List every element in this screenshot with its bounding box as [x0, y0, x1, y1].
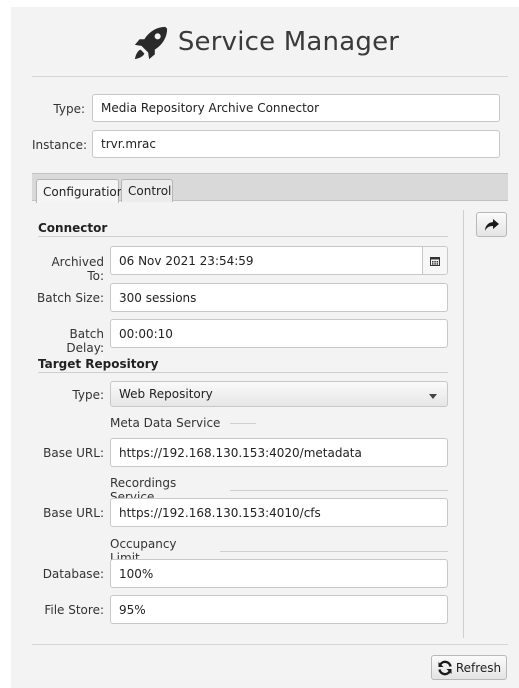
share-arrow-icon — [484, 218, 499, 231]
archived-to-field[interactable]: 06 Nov 2021 23:54:59 — [110, 246, 448, 275]
repo-type-label: Type: — [72, 388, 104, 402]
footer-divider — [32, 644, 508, 645]
connector-heading: Connector — [38, 221, 108, 235]
refresh-label: Refresh — [455, 660, 502, 675]
meta-base-url-field[interactable]: https://192.168.130.153:4020/metadata — [110, 438, 448, 467]
type-label: Type: — [53, 102, 85, 116]
batch-delay-field[interactable]: 00:00:10 — [110, 319, 448, 348]
service-manager-panel: Service Manager Type: Media Repository A… — [11, 7, 519, 688]
tab-bar: Configuration Control — [32, 173, 508, 203]
group-divider — [230, 422, 257, 424]
archived-to-value: 06 Nov 2021 23:54:59 — [119, 253, 254, 268]
database-label: Database: — [42, 567, 104, 581]
batch-size-label: Batch Size: — [37, 291, 104, 305]
target-divider — [38, 372, 448, 373]
rec-base-url-label: Base URL: — [43, 506, 104, 520]
service-type-field[interactable]: Media Repository Archive Connector — [92, 94, 500, 122]
connector-divider — [38, 236, 448, 237]
app-title: Service Manager — [177, 27, 400, 57]
rocket-icon — [134, 26, 167, 60]
batch-size-field[interactable]: 300 sessions — [110, 283, 448, 312]
calendar-button[interactable] — [422, 247, 447, 274]
refresh-button[interactable]: Refresh — [431, 655, 507, 680]
refresh-icon — [438, 660, 452, 675]
calendar-icon — [430, 256, 440, 266]
file-store-label: File Store: — [44, 603, 104, 617]
header-divider — [32, 76, 508, 77]
tab-configuration[interactable]: Configuration — [36, 179, 124, 203]
share-button[interactable] — [476, 212, 507, 237]
batch-delay-label: Batch Delay: — [66, 327, 104, 355]
header: Service Manager — [11, 7, 519, 77]
target-repository-heading: Target Repository — [38, 357, 159, 371]
rec-base-url-field[interactable]: https://192.168.130.153:4010/cfs — [110, 498, 448, 527]
vertical-divider — [463, 210, 464, 638]
archived-to-label: Archived To: — [51, 255, 104, 283]
instance-label: Instance: — [32, 138, 88, 152]
meta-data-service-label: Meta Data Service — [110, 416, 221, 430]
repo-type-select[interactable]: Web Repository — [110, 381, 448, 407]
group-divider — [220, 550, 448, 552]
database-field[interactable]: 100% — [110, 559, 448, 588]
tab-control[interactable]: Control — [121, 179, 173, 202]
group-divider — [229, 489, 448, 491]
meta-data-service-group: Meta Data Service — [110, 416, 448, 430]
file-store-field[interactable]: 95% — [110, 595, 448, 624]
chevron-down-icon — [429, 394, 437, 399]
repo-type-value: Web Repository — [119, 387, 213, 401]
meta-base-url-label: Base URL: — [43, 446, 104, 460]
instance-field[interactable]: trvr.mrac — [92, 130, 500, 158]
